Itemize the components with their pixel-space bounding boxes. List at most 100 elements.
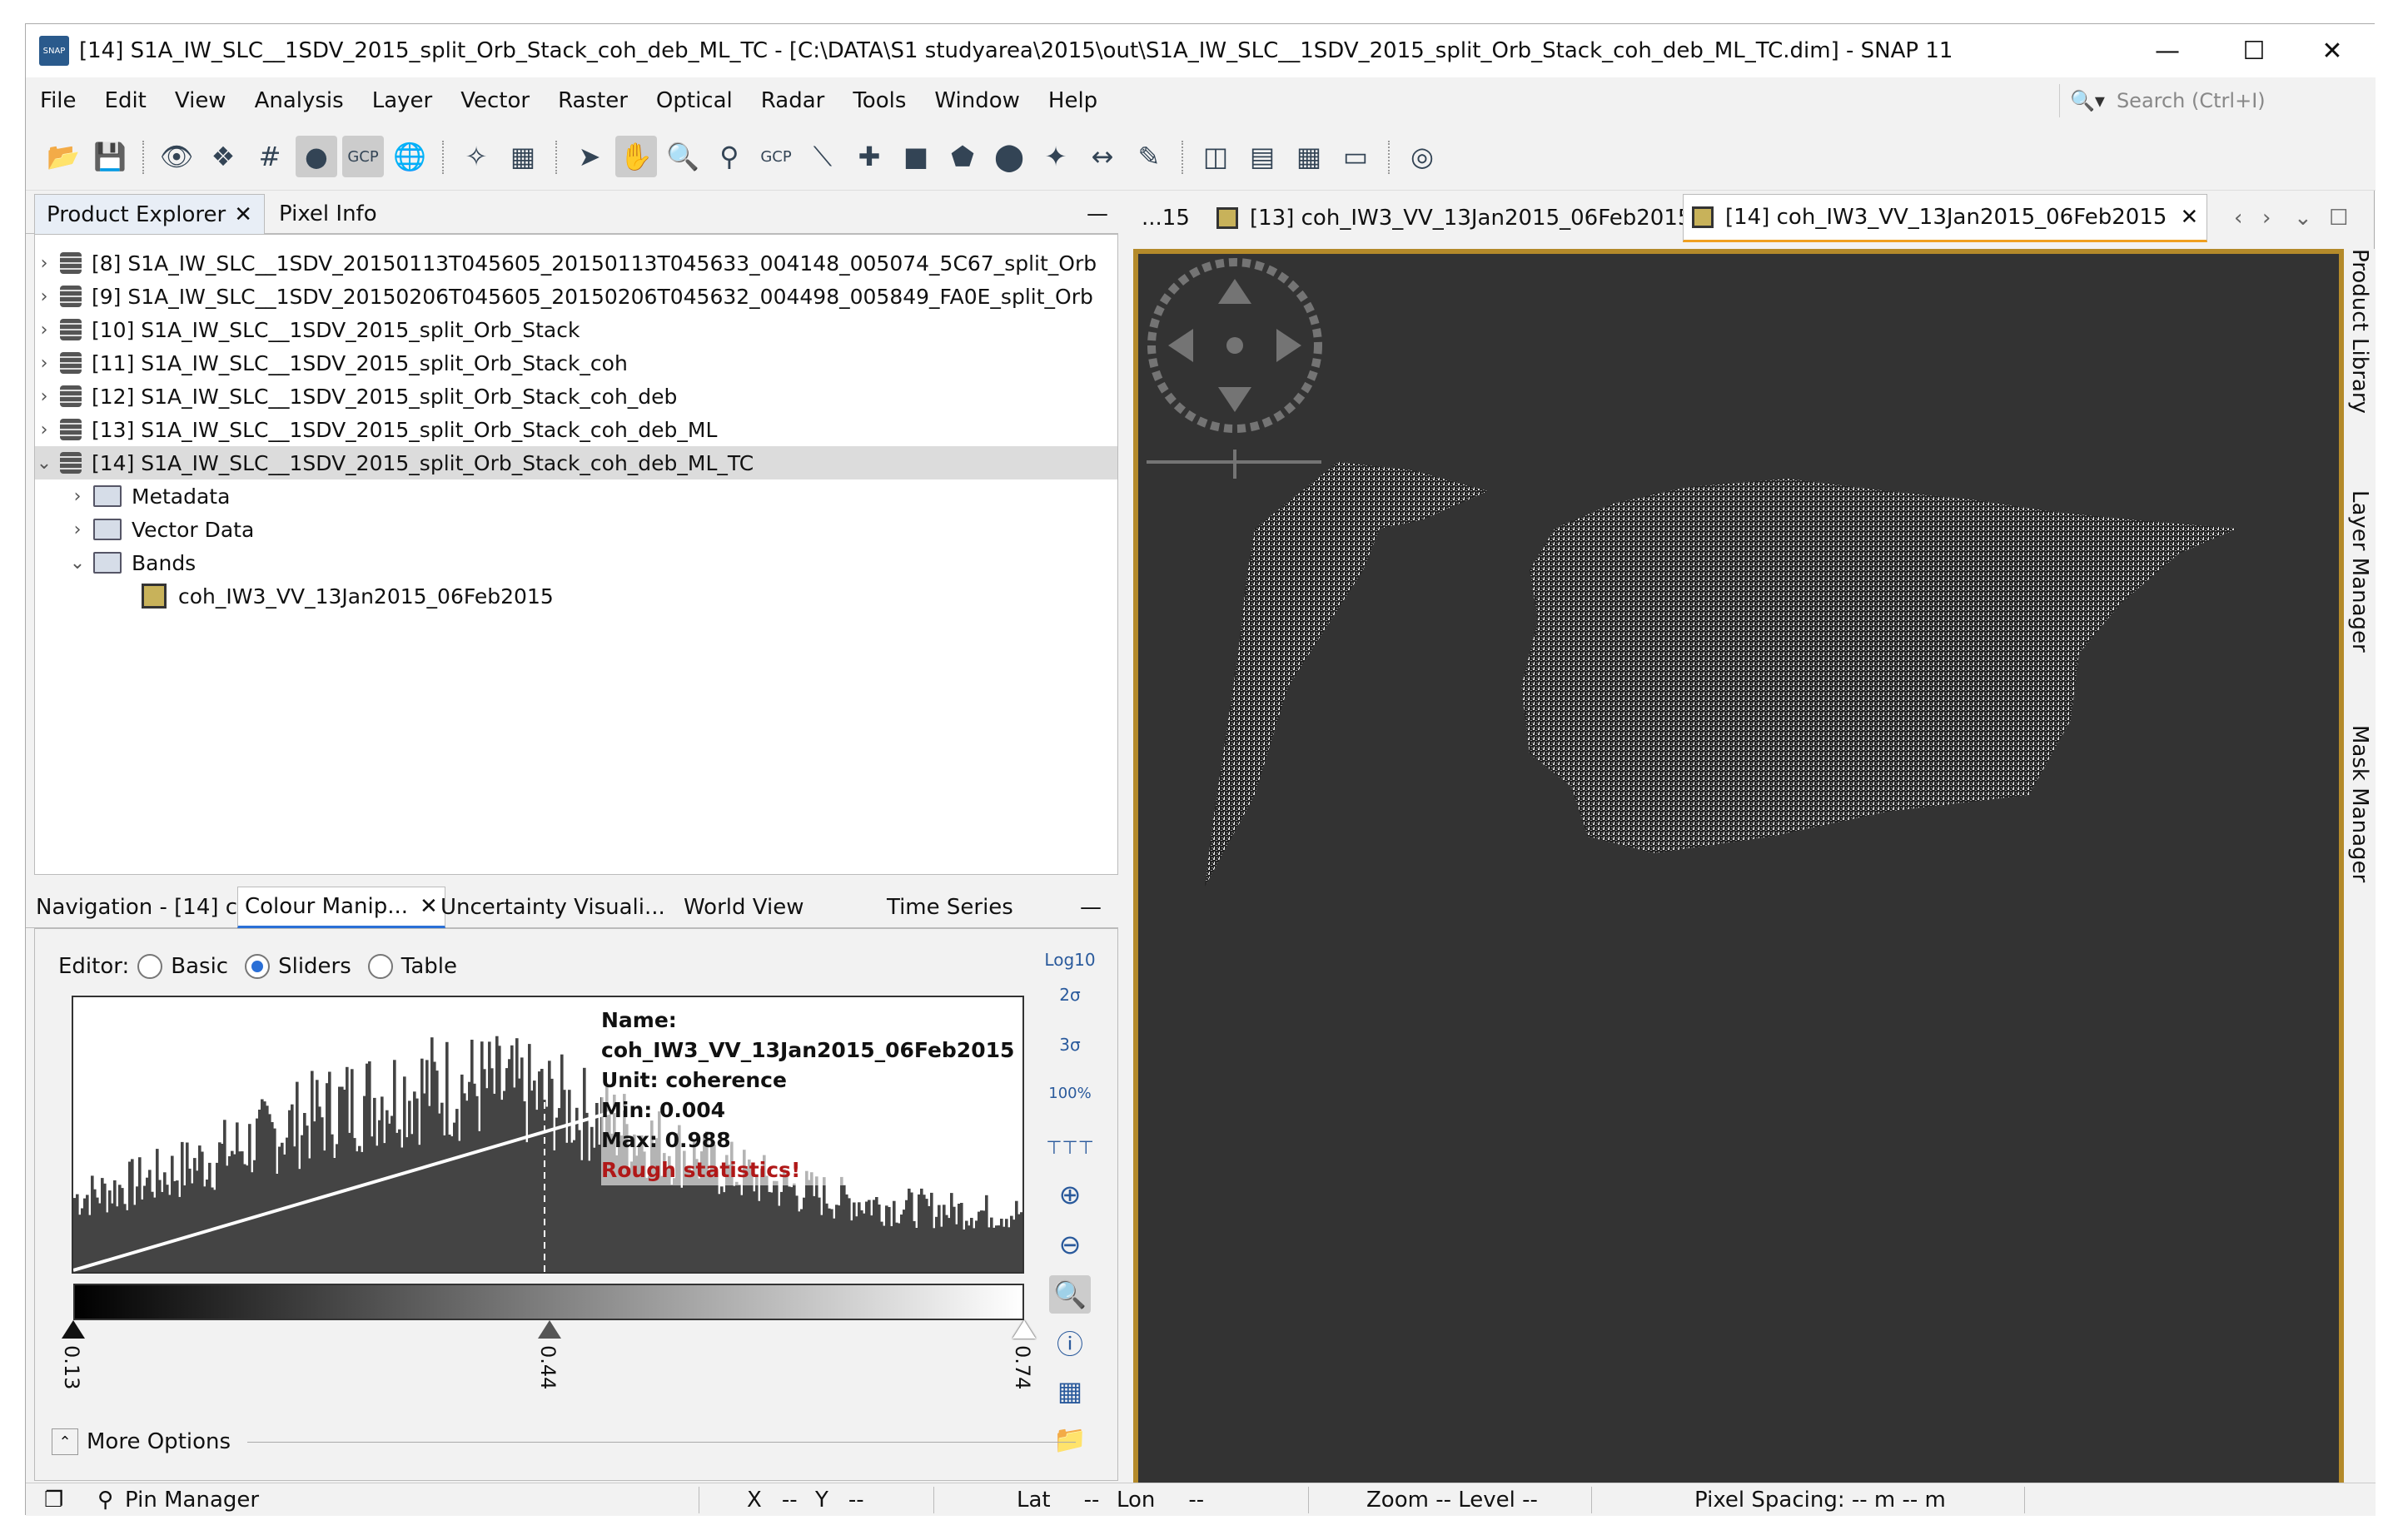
pin-placing-icon[interactable]: ⚲ (709, 136, 750, 177)
close-button[interactable]: ✕ (2289, 24, 2376, 77)
tile-evenly-icon[interactable]: ◫ (1195, 136, 1236, 177)
log-scale-button[interactable]: Log10 (1044, 941, 1095, 979)
zoom-histogram-icon[interactable]: 🔍 (1049, 1275, 1091, 1314)
navigation-control[interactable] (1147, 258, 1322, 479)
menu-optical[interactable]: Optical (642, 88, 747, 113)
sync-cursor-icon[interactable]: ◎ (1401, 136, 1443, 177)
tree-item-metadata[interactable]: › Metadata (35, 479, 1117, 513)
info-icon[interactable]: ⓘ (1049, 1324, 1091, 1362)
chevron-right-icon[interactable]: › (35, 320, 53, 340)
hundred-percent-button[interactable]: 100% (1048, 1074, 1091, 1112)
slider-mid-handle[interactable] (538, 1320, 561, 1339)
two-sigma-button[interactable]: 2σ (1049, 976, 1091, 1014)
tab-colour-manipulation[interactable]: Colour Manip... ✕ (237, 887, 445, 928)
tab-scroll-right-icon[interactable]: › (2262, 194, 2271, 242)
chevron-right-icon[interactable]: › (35, 386, 53, 407)
tree-item-product-12[interactable]: › [12] S1A_IW_SLC__1SDV_2015_split_Orb_St… (35, 380, 1117, 413)
new-layer-icon[interactable]: ❖ (202, 136, 244, 177)
tab-product-explorer[interactable]: Product Explorer ✕ (34, 194, 266, 234)
radio-table[interactable] (367, 954, 393, 979)
slider-min-handle[interactable] (62, 1320, 85, 1339)
gcp-tool-icon[interactable]: GCP (342, 136, 384, 177)
polyline-drawing-icon[interactable]: ✚ (848, 136, 890, 177)
zoom-in-vertical-icon[interactable]: ⊕ (1049, 1175, 1091, 1214)
slider-max-handle[interactable] (1012, 1320, 1036, 1339)
pixel-info-icon[interactable]: ✎ (1128, 136, 1170, 177)
minimize-button[interactable]: — (2124, 24, 2211, 77)
select-tool-icon[interactable]: ➤ (569, 136, 610, 177)
close-icon[interactable]: ✕ (234, 202, 252, 227)
three-sigma-button[interactable]: 3σ (1049, 1026, 1091, 1064)
tree-item-product-11[interactable]: › [11] S1A_IW_SLC__1SDV_2015_split_Orb_St… (35, 346, 1117, 380)
chevron-right-icon[interactable]: › (68, 486, 87, 507)
open-product-icon[interactable]: 📂 (42, 136, 84, 177)
menu-raster[interactable]: Raster (544, 88, 642, 113)
menu-help[interactable]: Help (1034, 88, 1112, 113)
maximize-button[interactable]: ☐ (2211, 24, 2297, 77)
tree-item-vector-data[interactable]: › Vector Data (35, 513, 1117, 546)
chevron-right-icon[interactable]: › (35, 420, 53, 440)
magic-wand-icon[interactable]: ✦ (1035, 136, 1077, 177)
tile-single-icon[interactable]: ▭ (1335, 136, 1376, 177)
menu-view[interactable]: View (161, 88, 241, 113)
world-map-icon[interactable]: 🌐 (389, 136, 430, 177)
chevron-right-icon[interactable]: › (35, 253, 53, 274)
chevron-right-icon[interactable]: › (68, 519, 87, 540)
tab-uncertainty[interactable]: Uncertainty Visuali... (440, 887, 665, 928)
menu-edit[interactable]: Edit (91, 88, 161, 113)
radio-basic[interactable] (137, 954, 163, 979)
close-icon[interactable]: ✕ (420, 894, 438, 919)
tree-item-product-10[interactable]: › [10] S1A_IW_SLC__1SDV_2015_split_Orb_St… (35, 313, 1117, 346)
tab-mask-manager[interactable]: Mask Manager (2347, 725, 2372, 882)
tab-scroll-left-icon[interactable]: ‹ (2234, 194, 2242, 242)
gcp-placing-icon[interactable]: GCP (755, 136, 797, 177)
pin-manager-button[interactable]: ⚲ Pin Manager (97, 1483, 259, 1517)
tree-item-product-13[interactable]: › [13] S1A_IW_SLC__1SDV_2015_split_Orb_St… (35, 413, 1117, 446)
tab-image-13[interactable]: [13] coh_IW3_VV_13Jan2015_06Feb2015✕ (1208, 194, 1731, 242)
ellipse-drawing-icon[interactable]: ⬤ (988, 136, 1030, 177)
menu-radar[interactable]: Radar (747, 88, 839, 113)
tab-image-previous[interactable]: ...15 (1142, 194, 1190, 242)
tree-item-product-8[interactable]: › [8] S1A_IW_SLC__1SDV_20150113T045605_20… (35, 246, 1117, 280)
tab-time-series[interactable]: Time Series (887, 887, 1013, 928)
tree-item-product-14[interactable]: ⌄ [14] S1A_IW_SLC__1SDV_2015_split_Orb_St… (35, 446, 1117, 479)
chevron-up-icon[interactable]: ⌃ (52, 1428, 78, 1455)
minimize-panel-icon[interactable]: — (1080, 887, 1102, 928)
menu-file[interactable]: File (26, 88, 91, 113)
image-viewer[interactable] (1133, 249, 2344, 1498)
menu-window[interactable]: Window (920, 88, 1034, 113)
chevron-right-icon[interactable]: › (35, 353, 53, 374)
line-drawing-icon[interactable]: ⟍ (802, 136, 843, 177)
tile-vertically-icon[interactable]: ▦ (1288, 136, 1330, 177)
more-options-toggle[interactable]: ⌃ More Options (52, 1428, 1076, 1455)
chevron-down-icon[interactable]: ⌄ (68, 553, 87, 574)
distribute-sliders-icon[interactable]: ⊤⊤⊤ (1046, 1129, 1094, 1167)
graph-builder-icon[interactable]: ✧ (455, 136, 497, 177)
menu-layer[interactable]: Layer (358, 88, 447, 113)
minimize-panel-icon[interactable]: — (1075, 194, 1120, 234)
pan-tool-icon[interactable]: ✋ (615, 136, 657, 177)
tab-layer-manager[interactable]: Layer Manager (2347, 490, 2372, 653)
tab-product-library[interactable]: Product Library (2347, 249, 2372, 414)
menu-analysis[interactable]: Analysis (241, 88, 358, 113)
tree-item-bands[interactable]: ⌄ Bands (35, 546, 1117, 579)
tree-item-product-9[interactable]: › [9] S1A_IW_SLC__1SDV_20150206T045605_20… (35, 280, 1117, 313)
tab-list-icon[interactable]: ⌄ (2294, 194, 2312, 242)
rectangle-drawing-icon[interactable]: ■ (895, 136, 937, 177)
menu-vector[interactable]: Vector (446, 88, 544, 113)
zoom-out-vertical-icon[interactable]: ⊖ (1049, 1225, 1091, 1264)
restore-window-icon[interactable]: ❐ (44, 1483, 63, 1517)
tab-pixel-info[interactable]: Pixel Info (267, 194, 389, 234)
zoom-tool-icon[interactable]: 🔍 (662, 136, 704, 177)
tile-horizontally-icon[interactable]: ▤ (1241, 136, 1283, 177)
import-palette-icon[interactable]: ▦ (1049, 1372, 1091, 1410)
graticule-icon[interactable]: # (249, 136, 291, 177)
radio-sliders[interactable] (245, 954, 271, 979)
close-icon[interactable]: ✕ (2180, 205, 2198, 230)
menu-tools[interactable]: Tools (838, 88, 920, 113)
save-product-icon[interactable]: 💾 (89, 136, 131, 177)
chevron-down-icon[interactable]: ⌄ (35, 453, 53, 474)
polygon-drawing-icon[interactable]: ⬟ (942, 136, 983, 177)
pin-tool-icon[interactable]: ● (296, 136, 337, 177)
chevron-right-icon[interactable]: › (35, 286, 53, 307)
